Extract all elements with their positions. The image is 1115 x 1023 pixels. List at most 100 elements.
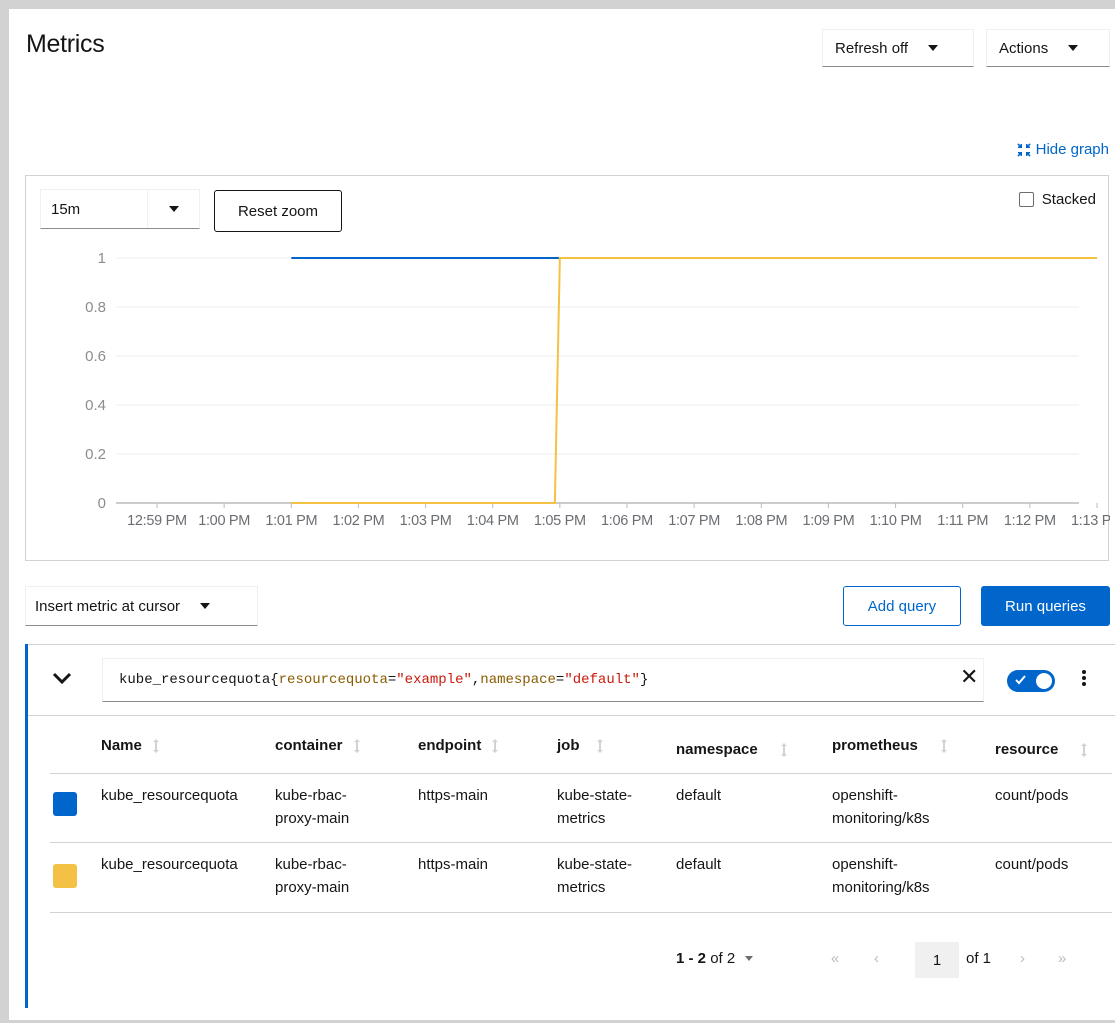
chevron-down-icon[interactable] [52, 668, 72, 688]
page-title: Metrics [26, 30, 105, 58]
cell-resource: count/pods [995, 856, 1069, 873]
x-tick-label: 12:59 PM [127, 513, 187, 529]
caret-down-icon [200, 603, 211, 609]
refresh-interval-label: Refresh off [835, 39, 909, 57]
y-tick-label: 0.8 [85, 299, 106, 316]
query-operator: = [555, 672, 565, 688]
switch-knob [1036, 673, 1052, 689]
refresh-interval-dropdown[interactable]: Refresh off [822, 29, 974, 67]
column-header-label: container [275, 737, 343, 754]
actions-dropdown[interactable]: Actions [986, 29, 1110, 67]
column-header-prometheus[interactable]: prometheus [832, 737, 948, 754]
cell-container: kube-rbac-proxy-main [275, 787, 350, 827]
column-header-endpoint[interactable]: endpoint [418, 737, 499, 754]
query-brace: } [639, 672, 649, 688]
column-header-resource[interactable]: resource [995, 741, 1088, 758]
caret-down-icon [1068, 45, 1079, 51]
x-tick-label: 1:02 PM [332, 513, 384, 529]
column-header-label: namespace [676, 741, 758, 758]
window-frame-left [0, 0, 9, 1023]
sort-icon [152, 738, 159, 753]
insert-metric-label: Insert metric at cursor [35, 597, 181, 615]
hide-graph-label: Hide graph [1035, 141, 1109, 158]
query-metric: kube_resourcequota [119, 672, 271, 688]
graph-card: 0 0.2 0.4 0.6 0.8 1 12:59 PM 1:00 PM 1:01 PM 1:02… [25, 175, 1110, 562]
divider [28, 644, 1115, 645]
last-page-icon[interactable]: » [1058, 950, 1066, 967]
column-header-label: resource [995, 741, 1059, 758]
query-expression-input[interactable]: kube_resourcequota{resourcequota = "exampl… [102, 658, 984, 702]
time-span-dropdown[interactable]: 15m [40, 189, 200, 229]
query-label-value: "default" [564, 672, 640, 688]
previous-page-icon[interactable]: ‹ [874, 950, 879, 967]
cell-job: kube-state-metrics [557, 787, 633, 827]
x-tick-label: 1:00 PM [198, 513, 250, 529]
cell-name: kube_resourcequota [101, 787, 238, 804]
check-icon [1015, 675, 1026, 685]
first-page-icon[interactable]: « [831, 950, 839, 967]
divider [50, 842, 1112, 843]
x-tick-label: 1:01 PM [265, 513, 317, 529]
time-span-toggle[interactable] [148, 190, 199, 228]
sort-icon [780, 742, 787, 757]
pagination-per-page-toggle[interactable]: 1 - 2 of 2 [676, 950, 754, 967]
x-tick-label: 1:10 PM [870, 513, 922, 529]
page-number-input[interactable]: 1 [915, 942, 959, 978]
series-line-2 [291, 257, 1097, 504]
window-frame-top [0, 0, 1115, 9]
column-header-label: prometheus [832, 737, 918, 754]
kebab-menu-icon[interactable] [1078, 668, 1090, 692]
x-tick-label: 1:07 PM [668, 513, 720, 529]
column-header-job[interactable]: job [557, 737, 604, 754]
cell-name: kube_resourcequota [101, 856, 238, 873]
actions-label: Actions [999, 39, 1049, 57]
query-label-key: resourcequota [278, 672, 388, 688]
x-tick-label: 1:09 PM [802, 513, 854, 529]
cell-endpoint: https-main [418, 787, 489, 804]
series-color-swatch[interactable] [53, 864, 77, 888]
caret-down-icon [168, 206, 179, 212]
stacked-toggle[interactable]: Stacked [1018, 191, 1096, 208]
cell-endpoint: https-main [418, 856, 489, 873]
page-count: of 1 [966, 950, 992, 967]
y-tick-label: 0 [98, 495, 106, 512]
caret-down-icon [928, 45, 939, 51]
run-queries-button[interactable]: Run queries [981, 586, 1110, 626]
cell-prometheus: openshift-monitoring/k8s [832, 787, 930, 827]
pagination-range: 1 - 2 of 2 [676, 950, 736, 967]
add-query-button[interactable]: Add query [843, 586, 961, 626]
sort-icon [596, 738, 603, 753]
cell-resource: count/pods [995, 787, 1069, 804]
cell-prometheus: openshift-monitoring/k8s [832, 856, 930, 896]
column-header-label: endpoint [418, 737, 482, 754]
caret-down-icon [745, 956, 754, 961]
cell-job: kube-state-metrics [557, 856, 633, 896]
column-header-container[interactable]: container [275, 737, 361, 754]
time-span-value[interactable]: 15m [41, 190, 148, 228]
stacked-checkbox[interactable] [1018, 192, 1034, 207]
x-tick-label: 1:13 PM [1071, 513, 1110, 529]
x-tick-label: 1:12 PM [1004, 513, 1056, 529]
column-header-namespace[interactable]: namespace [676, 741, 788, 758]
sort-icon [353, 738, 360, 753]
y-tick-label: 1 [98, 250, 106, 267]
metrics-line-chart[interactable]: 0 0.2 0.4 0.6 0.8 1 12:59 PM 1:00 PM 1:01 PM 1:02… [26, 176, 1110, 562]
sort-icon [1081, 742, 1088, 757]
query-enabled-switch[interactable] [1007, 670, 1055, 692]
compress-icon [1017, 142, 1031, 157]
divider [50, 773, 1112, 774]
y-tick-label: 0.4 [85, 397, 106, 414]
column-header-name[interactable]: Name [101, 737, 160, 754]
query-panel: kube_resourcequota{resourcequota = "exampl… [25, 644, 1115, 1008]
sort-icon [492, 738, 499, 753]
next-page-icon[interactable]: › [1020, 950, 1025, 967]
clear-query-icon[interactable]: ✕ [960, 666, 978, 688]
series-color-swatch[interactable] [53, 792, 77, 816]
hide-graph-button[interactable]: Hide graph [1017, 141, 1109, 158]
column-header-label: Name [101, 737, 142, 754]
reset-zoom-button[interactable]: Reset zoom [214, 190, 342, 232]
x-tick-label: 1:11 PM [937, 513, 988, 529]
cell-namespace: default [676, 856, 722, 873]
insert-metric-dropdown[interactable]: Insert metric at cursor [25, 586, 258, 626]
column-header-label: job [557, 737, 580, 754]
